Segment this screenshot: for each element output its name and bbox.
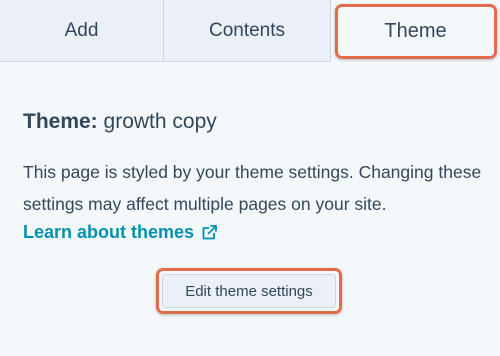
theme-name: growth copy bbox=[103, 110, 217, 133]
tab-contents[interactable]: Contents bbox=[164, 0, 331, 62]
theme-name-line: Theme: growth copy bbox=[23, 110, 217, 134]
tab-theme-label: Theme bbox=[384, 19, 447, 42]
learn-link-label: Learn about themes bbox=[23, 222, 195, 242]
external-link-icon bbox=[202, 225, 217, 240]
theme-prefix: Theme: bbox=[23, 110, 98, 133]
tab-add[interactable]: Add bbox=[0, 0, 164, 62]
tab-theme[interactable]: Theme bbox=[331, 0, 500, 62]
edit-theme-settings-button[interactable]: Edit theme settings bbox=[162, 274, 336, 308]
theme-panel: Theme: growth copy This page is styled b… bbox=[0, 62, 500, 356]
edit-button-highlight: Edit theme settings bbox=[156, 268, 342, 314]
tab-add-label: Add bbox=[64, 20, 99, 41]
tab-bar: Add Contents Theme bbox=[0, 0, 500, 62]
tab-contents-label: Contents bbox=[208, 20, 286, 41]
learn-about-themes-link[interactable]: Learn about themes bbox=[23, 222, 218, 243]
theme-description: This page is styled by your theme settin… bbox=[23, 162, 482, 214]
